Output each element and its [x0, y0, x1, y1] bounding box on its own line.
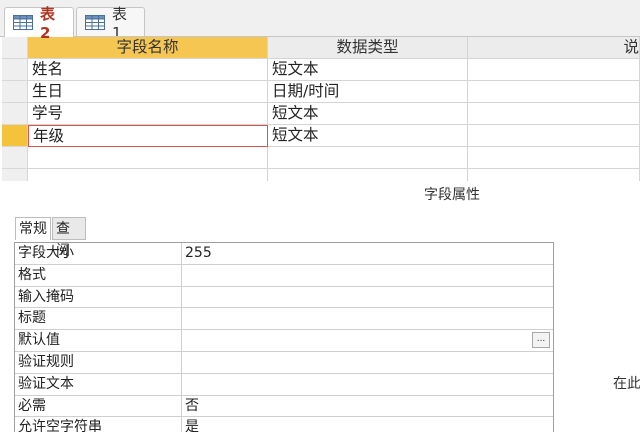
expression-builder-button[interactable]: ... — [532, 332, 550, 349]
field-properties-table: 字段大小 255 格式 输入掩码 标题 默认值 ... 验证规则 验证文本 必需… — [14, 242, 554, 432]
property-row-allow-zero-length: 允许空字符串 是 — [15, 417, 553, 432]
data-type-cell[interactable]: 短文本 — [268, 59, 468, 81]
row-selector[interactable] — [2, 59, 28, 81]
description-cell-empty[interactable] — [468, 169, 640, 181]
document-tab-strip: 表2 表1 — [0, 0, 640, 42]
description-cell[interactable] — [468, 103, 640, 125]
property-value[interactable] — [182, 308, 553, 329]
property-label: 必需 — [15, 395, 182, 417]
row-selector[interactable] — [2, 169, 28, 181]
row-selector[interactable] — [2, 103, 28, 125]
property-row-default-value: 默认值 ... — [15, 330, 553, 352]
property-value[interactable] — [182, 352, 553, 373]
tab-label: 表2 — [40, 5, 56, 42]
property-row-required: 必需 否 — [15, 395, 553, 418]
property-value[interactable] — [182, 287, 553, 308]
tab-lookup[interactable]: 查阅 — [52, 217, 86, 259]
property-value[interactable]: 是 — [182, 417, 553, 432]
field-name-cell[interactable]: 姓名 — [28, 59, 268, 81]
field-name-cell[interactable]: 年级 — [28, 125, 268, 147]
data-type-cell[interactable]: 短文本 — [268, 125, 468, 147]
description-cell-empty[interactable] — [468, 147, 640, 169]
data-type-cell-empty[interactable] — [268, 147, 468, 169]
description-cell[interactable] — [468, 59, 640, 81]
tab-table1[interactable]: 表1 — [76, 5, 145, 42]
table-icon — [13, 15, 33, 30]
field-name-cell-empty[interactable] — [28, 169, 268, 181]
field-design-grid: 字段名称 数据类型 说 姓名 短文本 生日 日期/时间 学号 短文本 年级 短文… — [0, 37, 640, 181]
property-label: 字段大小 — [15, 243, 182, 264]
property-label: 标题 — [15, 308, 182, 330]
description-cell[interactable] — [468, 81, 640, 103]
field-properties-title: 字段属性 — [424, 187, 480, 203]
property-row-input-mask: 输入掩码 — [15, 286, 553, 309]
field-name-cell[interactable]: 生日 — [28, 81, 268, 103]
data-type-cell[interactable]: 日期/时间 — [268, 81, 468, 103]
data-type-cell[interactable]: 短文本 — [268, 103, 468, 125]
row-selector[interactable] — [2, 81, 28, 103]
property-value[interactable]: 255 — [182, 243, 553, 264]
property-value[interactable] — [182, 374, 553, 395]
tab-general[interactable]: 常规 — [15, 217, 51, 240]
property-row-validation-rule: 验证规则 — [15, 351, 553, 374]
access-table-design-view: 表2 表1 字段名称 数据类型 说 姓名 短文本 生日 日期/时间 学号 短文本… — [0, 0, 640, 432]
property-value[interactable]: 否 — [182, 396, 553, 417]
property-row-format: 格式 — [15, 264, 553, 287]
property-value[interactable] — [182, 265, 553, 286]
data-type-cell-empty[interactable] — [268, 169, 468, 181]
property-row-field-size: 字段大小 255 — [15, 243, 553, 265]
property-help-text: 在此 — [613, 376, 640, 392]
property-value[interactable]: ... — [182, 330, 553, 351]
column-header-description[interactable]: 说 — [468, 37, 640, 59]
table-icon — [85, 14, 105, 30]
property-row-caption: 标题 — [15, 308, 553, 331]
field-name-cell[interactable]: 学号 — [28, 103, 268, 125]
field-name-cell-empty[interactable] — [28, 147, 268, 169]
description-cell[interactable] — [468, 125, 640, 147]
tab-table2[interactable]: 表2 — [4, 5, 74, 42]
current-row-selector[interactable] — [2, 125, 28, 147]
property-label: 输入掩码 — [15, 286, 182, 308]
column-header-data-type[interactable]: 数据类型 — [268, 37, 468, 59]
grid-corner-selector[interactable] — [2, 37, 28, 59]
row-selector[interactable] — [2, 147, 28, 169]
property-label: 默认值 — [15, 330, 182, 351]
property-label: 验证规则 — [15, 351, 182, 373]
property-label: 验证文本 — [15, 373, 182, 395]
property-row-validation-text: 验证文本 — [15, 373, 553, 396]
property-label: 格式 — [15, 264, 182, 286]
property-label: 允许空字符串 — [15, 417, 182, 432]
